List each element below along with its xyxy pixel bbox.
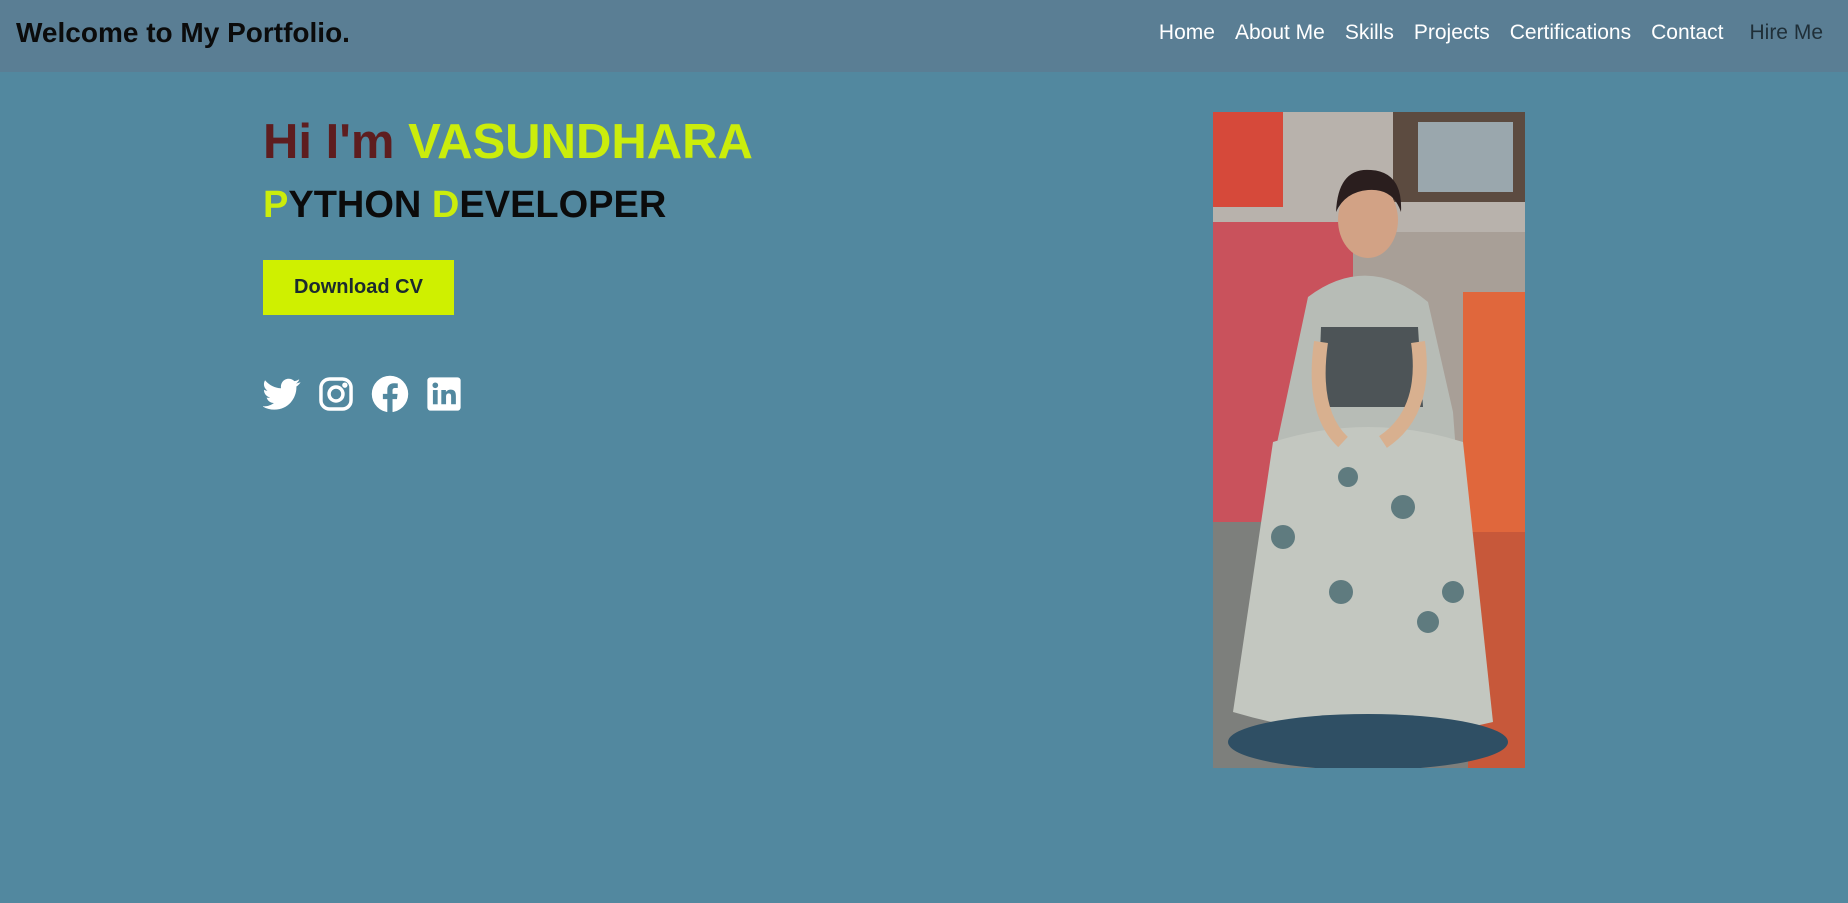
role-title: PYTHON DEVELOPER (263, 184, 666, 227)
greeting-text: Hi I'm (263, 115, 409, 169)
linkedin-icon[interactable] (425, 375, 463, 413)
nav-links: Home About Me Skills Projects Certificat… (1139, 21, 1823, 45)
nav-certifications[interactable]: Certifications (1510, 21, 1631, 45)
facebook-icon[interactable] (371, 375, 409, 413)
role-initial-p: P (263, 184, 289, 226)
nav-home[interactable]: Home (1159, 21, 1215, 45)
site-brand: Welcome to My Portfolio. (16, 17, 350, 48)
social-links (263, 375, 479, 413)
role-word-developer: EVELOPER (459, 184, 667, 226)
hero-heading: Hi I'm VASUNDHARA (263, 114, 753, 170)
download-cv-button[interactable]: Download CV (263, 260, 454, 315)
nav-contact[interactable]: Contact (1651, 21, 1723, 45)
role-word-python: YTHON (288, 184, 432, 226)
nav-skills[interactable]: Skills (1345, 21, 1394, 45)
instagram-icon[interactable] (317, 375, 355, 413)
hire-me-link[interactable]: Hire Me (1749, 21, 1823, 45)
navbar: Welcome to My Portfolio. Home About Me S… (0, 0, 1848, 72)
nav-about-me[interactable]: About Me (1235, 21, 1325, 45)
nav-projects[interactable]: Projects (1414, 21, 1490, 45)
twitter-icon[interactable] (263, 375, 301, 413)
hero-name: VASUNDHARA (408, 115, 753, 169)
profile-photo (1213, 112, 1525, 768)
role-initial-d: D (431, 184, 460, 226)
